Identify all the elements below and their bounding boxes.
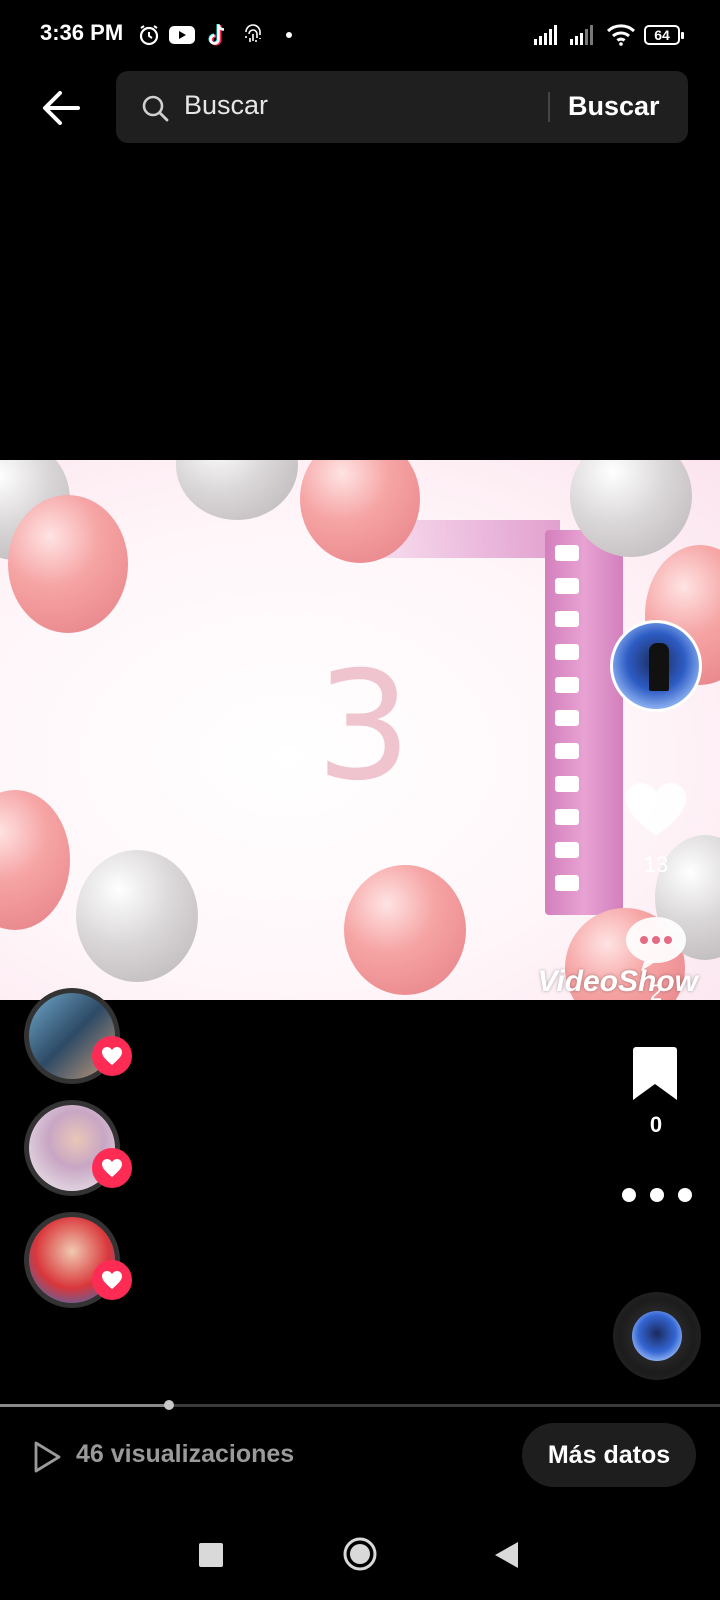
back-arrow-icon [43,91,80,125]
music-disc[interactable] [613,1292,701,1380]
alarm-icon [136,22,162,48]
dot-icon [650,1188,664,1202]
youtube-icon [169,22,195,48]
play-icon [32,1440,62,1474]
progress-knob[interactable] [164,1400,174,1410]
view-count: 46 visualizaciones [76,1440,295,1468]
more-options-button[interactable] [622,1183,692,1207]
video-player[interactable]: 3 VideoShow [0,460,720,1000]
balloon [344,865,466,995]
heart-badge-icon [92,1036,132,1076]
countdown-number: 3 [316,640,412,814]
signal-icon [534,25,557,45]
search-icon [140,93,170,123]
heart-badge-icon [92,1148,132,1188]
fingerprint-icon [240,22,266,48]
search-button[interactable]: Buscar [560,86,668,126]
balloon [8,495,128,633]
tiktok-icon [204,22,230,48]
progress-fill [0,1404,169,1407]
search-divider [548,92,550,122]
dot-icon [678,1188,692,1202]
like-count: 13 [643,852,669,877]
status-bar: 3:36 PM 64 [0,0,720,70]
bookmark-count: 0 [649,1112,663,1137]
nav-back-icon[interactable] [492,1540,520,1570]
creator-avatar[interactable] [610,620,702,712]
search-input[interactable]: Buscar [184,90,268,121]
more-data-button[interactable]: Más datos [522,1423,696,1487]
filmstrip-decoration [545,530,623,915]
comment-icon[interactable] [623,915,689,973]
status-time: 3:36 PM [40,20,124,45]
dot-icon [622,1188,636,1202]
wifi-icon [606,24,636,46]
status-right-icons: 64 [534,22,684,48]
bookmark-icon[interactable] [630,1046,680,1102]
comment-count: 2 [649,980,663,1005]
battery-icon: 64 [644,25,684,45]
notification-dot-icon [276,22,302,48]
home-icon[interactable] [342,1536,378,1572]
heart-badge-icon [92,1260,132,1300]
heart-icon[interactable] [623,780,689,840]
balloon [0,790,70,930]
balloon [176,460,298,520]
balloon [76,850,198,982]
recent-apps-icon[interactable] [199,1543,223,1567]
back-button[interactable] [38,84,86,132]
signal-icon [570,25,593,45]
